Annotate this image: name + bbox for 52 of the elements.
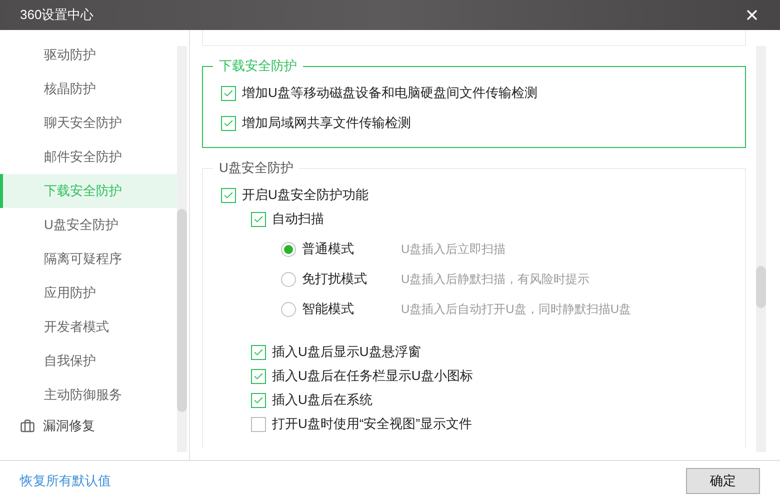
radio-button[interactable]	[281, 242, 296, 256]
sidebar-item[interactable]: 驱动防护	[0, 38, 177, 72]
check-icon	[253, 214, 264, 224]
radio-label: 智能模式	[302, 300, 354, 318]
window-title: 360设置中心	[20, 6, 94, 24]
checkbox[interactable]	[251, 368, 266, 384]
radio-label: 免打扰模式	[302, 270, 367, 288]
check-icon	[223, 88, 234, 98]
checkbox-label: 打开U盘时使用“安全视图”显示文件	[272, 415, 472, 434]
checkbox-label: 增加局域网共享文件传输检测	[242, 114, 411, 132]
reset-defaults-link[interactable]: 恢复所有默认值	[20, 470, 111, 490]
group-title: U盘安全防护	[213, 159, 300, 177]
sidebar-item[interactable]: 开发者模式	[0, 310, 177, 344]
checkbox-label: 插入U盘后显示U盘悬浮窗	[272, 343, 421, 362]
scrollbar[interactable]	[756, 46, 766, 452]
checkbox-label: 开启U盘安全防护功能	[242, 186, 368, 204]
checkbox[interactable]	[251, 344, 266, 360]
option-description: U盘插入后自动打开U盘，同时静默扫描U盘	[401, 301, 631, 318]
radio-button[interactable]	[281, 272, 296, 286]
checkbox-label: 自动扫描	[272, 210, 324, 228]
scrollbar[interactable]	[177, 46, 187, 452]
option-description: U盘插入后静默扫描，有风险时提示	[401, 271, 590, 288]
checkbox[interactable]	[251, 212, 266, 226]
sidebar-item[interactable]: 应用防护	[0, 276, 177, 310]
close-icon[interactable]	[744, 7, 760, 23]
checkbox[interactable]	[251, 392, 266, 408]
sidebar-item[interactable]: 隔离可疑程序	[0, 242, 177, 276]
checkbox[interactable]	[221, 116, 236, 130]
checkbox[interactable]	[251, 416, 266, 432]
sidebar-item[interactable]: U盘安全防护	[0, 208, 177, 242]
checkbox-label: 增加U盘等移动磁盘设备和电脑硬盘间文件传输检测	[242, 84, 538, 102]
sidebar-item[interactable]: 邮件安全防护	[0, 140, 177, 174]
ok-button[interactable]: 确定	[686, 468, 760, 494]
briefcase-icon	[20, 418, 35, 434]
checkbox[interactable]	[221, 188, 236, 202]
option-description: U盘插入后立即扫描	[401, 241, 506, 258]
radio-label: 普通模式	[302, 240, 354, 258]
check-icon	[253, 394, 264, 406]
checkbox[interactable]	[221, 86, 236, 100]
sidebar-item[interactable]: 主动防御服务	[0, 378, 177, 412]
sidebar-item[interactable]: 漏洞修复	[0, 412, 177, 440]
checkbox-label: 插入U盘后在系统	[272, 391, 372, 410]
checkbox-label: 插入U盘后在任务栏显示U盘小图标	[272, 367, 473, 386]
check-icon	[253, 370, 264, 382]
check-icon	[253, 346, 264, 358]
group-title: 下载安全防护	[213, 57, 303, 75]
sidebar-item[interactable]: 核晶防护	[0, 72, 177, 106]
radio-button[interactable]	[281, 302, 296, 316]
sidebar-item[interactable]: 自我保护	[0, 344, 177, 378]
check-icon	[223, 118, 234, 128]
sidebar-item[interactable]: 聊天安全防护	[0, 106, 177, 140]
check-icon	[223, 190, 234, 200]
